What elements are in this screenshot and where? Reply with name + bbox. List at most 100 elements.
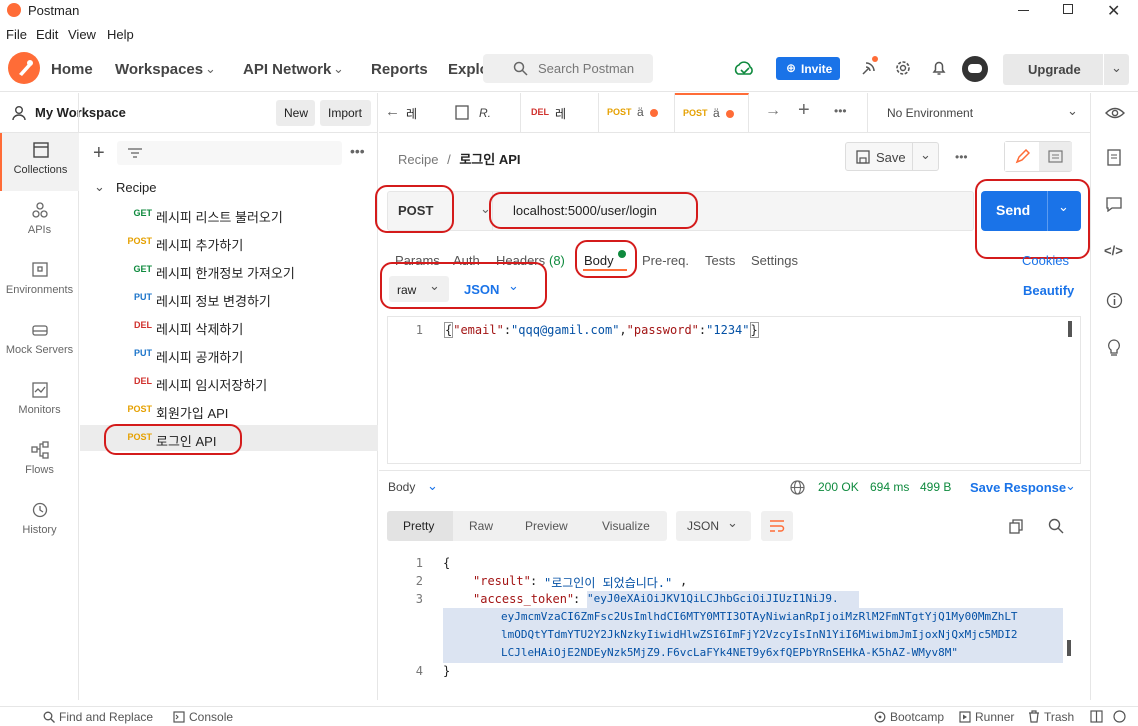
menu-edit[interactable]: Edit — [36, 27, 58, 42]
tab-tests[interactable]: Tests — [705, 253, 735, 268]
trash-button[interactable]: Trash — [1044, 710, 1074, 724]
bootcamp-button[interactable]: Bootcamp — [890, 710, 944, 724]
rail-mock-servers[interactable]: Mock Servers — [0, 313, 79, 371]
beautify-button[interactable]: Beautify — [1023, 283, 1074, 298]
tab-preview[interactable]: Preview — [525, 519, 568, 533]
chevron-down-icon: ⌄ — [94, 179, 105, 194]
layout-icon[interactable] — [1090, 710, 1103, 723]
tab-item[interactable]: POST ä — [599, 93, 675, 133]
tab-pretty[interactable]: Pretty — [387, 511, 453, 541]
method-badge: PUT — [134, 348, 152, 358]
nav-home[interactable]: Home — [51, 61, 93, 78]
menu-help[interactable]: Help — [107, 27, 134, 42]
eye-icon[interactable] — [1105, 105, 1125, 121]
upgrade-dropdown[interactable]: ⌄ — [1104, 54, 1129, 85]
new-tab-icon[interactable]: + — [798, 99, 810, 122]
scrollbar[interactable] — [1068, 321, 1072, 337]
rail-flows[interactable]: Flows — [0, 433, 79, 491]
chevron-down-icon[interactable]: ⌄ — [427, 478, 438, 494]
postman-home-icon[interactable] — [8, 52, 40, 84]
request-item[interactable]: PUT 레시피 정보 변경하기 — [80, 285, 378, 311]
response-time[interactable]: 694 ms — [870, 480, 909, 494]
info-icon[interactable] — [1106, 292, 1123, 309]
more-tabs-icon[interactable]: ••• — [834, 104, 847, 118]
satellite-icon[interactable] — [860, 56, 878, 77]
request-item[interactable]: GET 레시피 한개정보 가져오기 — [80, 257, 378, 283]
cookies-link[interactable]: Cookies — [1022, 253, 1069, 268]
collection-row[interactable]: ⌄ Recipe — [80, 174, 378, 200]
save-button[interactable]: Save ⌄ — [845, 142, 939, 171]
response-format-select[interactable]: JSON ⌄ — [676, 511, 751, 541]
annotation-circle — [380, 262, 547, 309]
nav-workspaces[interactable]: Workspaces — [115, 61, 203, 78]
filter-input[interactable] — [117, 141, 342, 165]
globe-icon[interactable] — [790, 480, 805, 495]
response-section-label[interactable]: Body — [388, 480, 415, 494]
tab-item[interactable]: R. — [441, 93, 521, 133]
edit-mode-button[interactable] — [1005, 142, 1039, 171]
scrollbar[interactable] — [1067, 640, 1071, 656]
wrap-lines-button[interactable] — [761, 511, 793, 541]
rail-environments[interactable]: Environments — [0, 253, 79, 311]
breadcrumb-collection[interactable]: Recipe — [398, 152, 438, 167]
rail-history[interactable]: History — [0, 493, 79, 551]
chevron-down-icon[interactable]: ⌄ — [1065, 478, 1076, 494]
tab-settings[interactable]: Settings — [751, 253, 798, 268]
bell-icon[interactable] — [930, 59, 948, 77]
response-size[interactable]: 499 B — [920, 480, 951, 494]
body-editor[interactable]: 1 {"email":"qqq@gamil.com","password":"1… — [387, 316, 1081, 464]
tab-pre-request[interactable]: Pre-req. — [642, 253, 689, 268]
documentation-icon[interactable] — [1107, 149, 1121, 166]
menu-file[interactable]: File — [6, 27, 27, 42]
arrow-right-icon[interactable]: → — [765, 102, 781, 120]
runner-button[interactable]: Runner — [975, 710, 1014, 724]
environment-select[interactable]: No Environment — [887, 106, 973, 120]
invite-button[interactable]: ⊕ Invite — [776, 57, 840, 80]
tab-label: 레 — [555, 107, 567, 121]
rail-apis[interactable]: APIs — [0, 193, 79, 251]
status-code[interactable]: 200 OK — [818, 480, 859, 494]
request-item[interactable]: PUT 레시피 공개하기 — [80, 341, 378, 367]
add-collection-icon[interactable]: + — [93, 142, 105, 165]
response-body[interactable]: 1 2 3 4 { "result" : "로그인이 되었습니다." , "ac… — [387, 553, 1081, 693]
request-item[interactable]: POST 회원가입 API — [80, 397, 378, 423]
close-window-icon[interactable]: ✕ — [1107, 1, 1120, 21]
console-button[interactable]: Console — [189, 710, 233, 724]
menu-view[interactable]: View — [68, 27, 96, 42]
gear-icon[interactable] — [894, 59, 912, 77]
comments-icon[interactable] — [1106, 197, 1122, 212]
sync-cloud-icon[interactable] — [733, 58, 755, 80]
request-item[interactable]: DEL 레시피 삭제하기 — [80, 313, 378, 339]
nav-reports[interactable]: Reports — [371, 61, 428, 78]
help-icon[interactable] — [1113, 710, 1126, 723]
search-box[interactable]: Search Postman — [483, 54, 653, 83]
search-icon[interactable] — [1048, 518, 1064, 534]
tab-item-active[interactable]: POST ä — [675, 93, 749, 133]
tab-label[interactable]: 레 — [406, 105, 417, 122]
nav-api-network[interactable]: API Network — [243, 61, 331, 78]
minimize-icon[interactable] — [1018, 10, 1029, 11]
rail-label: Environments — [5, 284, 74, 296]
find-replace-button[interactable]: Find and Replace — [59, 710, 153, 724]
avatar[interactable] — [962, 56, 988, 82]
request-item[interactable]: DEL 레시피 임시저장하기 — [80, 369, 378, 395]
tab-item[interactable]: DEL 레 — [521, 93, 599, 133]
lightbulb-icon[interactable] — [1106, 339, 1122, 357]
code-icon[interactable]: </> — [1104, 243, 1123, 258]
breadcrumb-request[interactable]: 로그인 API — [459, 152, 520, 167]
maximize-icon[interactable] — [1063, 4, 1073, 14]
request-item[interactable]: POST 레시피 추가하기 — [80, 229, 378, 255]
rail-monitors[interactable]: Monitors — [0, 373, 79, 431]
request-item[interactable]: GET 레시피 리스트 불러오기 — [80, 201, 378, 227]
more-options-icon[interactable]: ••• — [955, 150, 968, 164]
chevron-down-icon[interactable]: ⌄ — [1067, 103, 1078, 119]
view-mode-button[interactable] — [1039, 142, 1072, 171]
tab-raw[interactable]: Raw — [469, 519, 493, 533]
tab-visualize[interactable]: Visualize — [602, 519, 650, 533]
copy-icon[interactable] — [1009, 519, 1024, 534]
save-response-button[interactable]: Save Response — [970, 480, 1066, 495]
more-options-icon[interactable]: ••• — [350, 143, 365, 159]
arrow-left-icon[interactable]: ← — [385, 103, 400, 120]
rail-collections[interactable]: Collections — [0, 133, 79, 191]
upgrade-button[interactable]: Upgrade — [1003, 54, 1103, 85]
